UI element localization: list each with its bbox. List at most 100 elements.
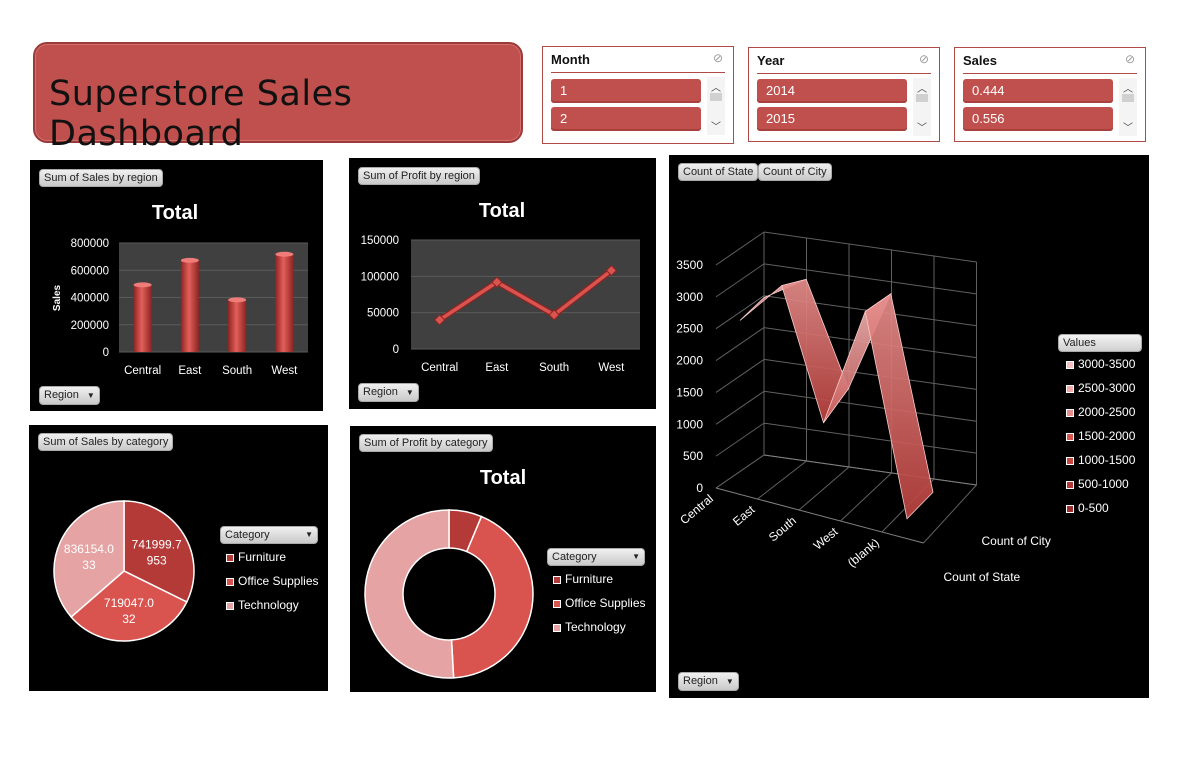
- data-label: 719047.0: [104, 596, 154, 610]
- slicer-scrollbar[interactable]: ︿ ﹀: [1119, 78, 1137, 136]
- slicer-item[interactable]: 0.556: [963, 107, 1113, 131]
- slicer-item[interactable]: 0.444: [963, 79, 1113, 103]
- legend-item: 3000-3500: [1066, 357, 1135, 371]
- data-label: 33: [82, 558, 96, 572]
- data-label: 32: [122, 612, 136, 626]
- legend-label: 1500-2000: [1078, 429, 1136, 443]
- gridline: [763, 422, 977, 454]
- legend-item: 1000-1500: [1066, 453, 1135, 467]
- sales-by-category-chart: Sum of Sales by category 741999.7 953 7190…: [29, 425, 328, 691]
- region-filter-label: Region: [363, 386, 398, 398]
- gridline: [715, 231, 765, 266]
- y-axis-label: Sales: [52, 284, 63, 311]
- bar[interactable]: [228, 298, 247, 352]
- legend-label: 2500-3000: [1078, 381, 1136, 395]
- legend-item: 2500-3000: [1066, 381, 1135, 395]
- legend-swatch: [1066, 408, 1074, 417]
- y-tick-label: 500: [683, 449, 703, 463]
- scroll-up-icon[interactable]: ︿: [707, 79, 725, 94]
- y-tick-label: 1500: [676, 385, 703, 399]
- surface-patch[interactable]: [864, 293, 934, 520]
- scroll-down-icon[interactable]: ﹀: [1119, 119, 1137, 134]
- slicer-item[interactable]: 2015: [757, 107, 907, 131]
- legend-swatch: [553, 599, 561, 608]
- y-tick-label: 100000: [361, 271, 399, 283]
- profit-by-category-chart: Sum of Profit by category Total Category…: [350, 426, 656, 692]
- y-tick-label: 400000: [71, 293, 109, 305]
- surface-chart-svg: 3500 3000 2500 2000 1500 1000 500 0Central East S…: [676, 231, 1051, 584]
- category-filter-label: Category: [225, 529, 270, 541]
- y-tick-label: 3500: [676, 258, 703, 272]
- region-filter-label: Region: [683, 675, 718, 687]
- dashboard-title-banner: Superstore Sales Dashboard: [33, 42, 523, 154]
- slicer-item[interactable]: 2: [551, 107, 701, 131]
- slicer-divider: [757, 73, 931, 74]
- x-tick-label: West: [598, 362, 625, 374]
- values-legend-title[interactable]: Values: [1058, 334, 1142, 352]
- legend-label: 1000-1500: [1078, 453, 1136, 467]
- x-tick-label: South: [766, 514, 799, 545]
- y-tick-label: 150000: [361, 235, 399, 247]
- y-tick-label: 600000: [71, 265, 109, 277]
- legend-swatch: [226, 553, 234, 562]
- y-tick-label: 50000: [367, 308, 399, 320]
- scroll-thumb[interactable]: [916, 94, 928, 102]
- clear-filter-icon[interactable]: ⊘: [713, 51, 723, 65]
- scroll-up-icon[interactable]: ︿: [1119, 80, 1137, 95]
- slicer-divider: [551, 72, 725, 73]
- legend-item: 500-1000: [1066, 477, 1129, 491]
- gridline: [763, 390, 977, 422]
- data-label: 836154.0: [64, 542, 114, 556]
- legend-label: Furniture: [565, 572, 614, 586]
- region-filter-button[interactable]: Region ▼: [39, 386, 100, 405]
- y-tick-label: 0: [393, 344, 399, 356]
- scroll-up-icon[interactable]: ︿: [913, 80, 931, 95]
- scroll-down-icon[interactable]: ﹀: [707, 118, 725, 133]
- y-tick-label: 2500: [676, 322, 703, 336]
- data-label: 953: [147, 554, 167, 568]
- category-filter-button[interactable]: Category ▼: [547, 548, 645, 566]
- doughnut-slice[interactable]: [364, 509, 455, 679]
- legend-swatch: [1066, 504, 1074, 513]
- y-tick-label: 0: [103, 347, 109, 359]
- values-legend-label: Values: [1063, 337, 1096, 349]
- legend-swatch: [1066, 480, 1074, 489]
- clear-filter-icon[interactable]: ⊘: [919, 52, 929, 66]
- legend-swatch: [1066, 456, 1074, 465]
- region-filter-button[interactable]: Region ▼: [678, 672, 739, 691]
- scroll-thumb[interactable]: [1122, 94, 1134, 102]
- legend-swatch: [1066, 432, 1074, 441]
- scroll-down-icon[interactable]: ﹀: [913, 119, 931, 134]
- slicer-item[interactable]: 2014: [757, 79, 907, 103]
- slicer-divider: [963, 73, 1137, 74]
- slicer-sales-header: Sales: [963, 53, 997, 68]
- y-tick-label: 3000: [676, 290, 703, 304]
- category-filter-label: Category: [552, 551, 597, 563]
- slicer-scrollbar[interactable]: ︿ ﹀: [913, 78, 931, 136]
- slicer-scrollbar[interactable]: ︿ ﹀: [707, 77, 725, 135]
- clear-filter-icon[interactable]: ⊘: [1125, 52, 1135, 66]
- slicer-item[interactable]: 1: [551, 79, 701, 103]
- floor-gridline: [757, 460, 807, 500]
- bar[interactable]: [133, 283, 152, 352]
- region-filter-label: Region: [44, 389, 79, 401]
- dropdown-arrow-icon: ▼: [305, 530, 313, 539]
- bar[interactable]: [275, 253, 294, 352]
- legend-item: Furniture: [226, 550, 286, 564]
- legend-label: 0-500: [1078, 501, 1109, 515]
- bar-cap: [133, 282, 152, 288]
- region-filter-button[interactable]: Region ▼: [358, 383, 419, 402]
- x-tick-label: West: [811, 524, 841, 553]
- scroll-thumb[interactable]: [710, 93, 722, 101]
- legend-label: Furniture: [238, 550, 287, 564]
- legend-label: 2000-2500: [1078, 405, 1136, 419]
- x-tick-label: South: [222, 365, 252, 377]
- floor-gridline: [715, 454, 765, 489]
- category-filter-button[interactable]: Category ▼: [220, 526, 318, 544]
- y-tick-label: 200000: [71, 320, 109, 332]
- bar[interactable]: [180, 259, 199, 352]
- chart-title: Total: [152, 202, 198, 224]
- legend-swatch: [226, 601, 234, 610]
- dropdown-arrow-icon: ▼: [86, 391, 95, 400]
- x-tick-label: East: [730, 502, 758, 529]
